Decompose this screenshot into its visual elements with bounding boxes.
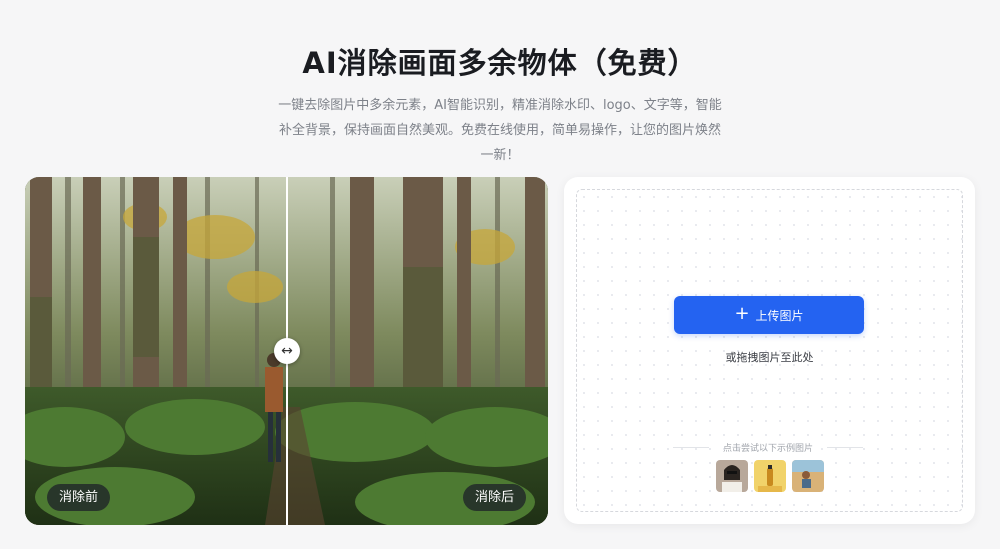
plus-icon: + bbox=[734, 303, 750, 324]
upload-image-button[interactable]: + 上传图片 bbox=[674, 296, 864, 334]
sample-image-outdoor[interactable] bbox=[792, 460, 824, 492]
sample-image-product[interactable] bbox=[754, 460, 786, 492]
sample-thumbnails bbox=[716, 460, 824, 492]
upload-card: + 上传图片 或拖拽图片至此处 点击尝试以下示例图片 bbox=[564, 177, 975, 524]
left-right-arrow-icon[interactable]: ↔ bbox=[274, 338, 300, 364]
sample-image-portrait[interactable] bbox=[716, 460, 748, 492]
before-label: 消除前 bbox=[47, 484, 111, 511]
page-description: 一键去除图片中多余元素，AI智能识别，精准消除水印、logo、文字等，智能补全背… bbox=[278, 98, 722, 163]
samples-label: 点击尝试以下示例图片 bbox=[673, 441, 863, 454]
upload-button-label: 上传图片 bbox=[755, 308, 804, 323]
before-after-compare[interactable]: ↔ 消除前 消除后 bbox=[25, 177, 548, 525]
drag-hint: 或拖拽图片至此处 bbox=[725, 351, 814, 364]
after-label: 消除后 bbox=[462, 484, 526, 511]
upload-dropzone[interactable]: + 上传图片 或拖拽图片至此处 点击尝试以下示例图片 bbox=[576, 189, 963, 512]
page-title: AI消除画面多余物体（免费） bbox=[302, 46, 698, 80]
